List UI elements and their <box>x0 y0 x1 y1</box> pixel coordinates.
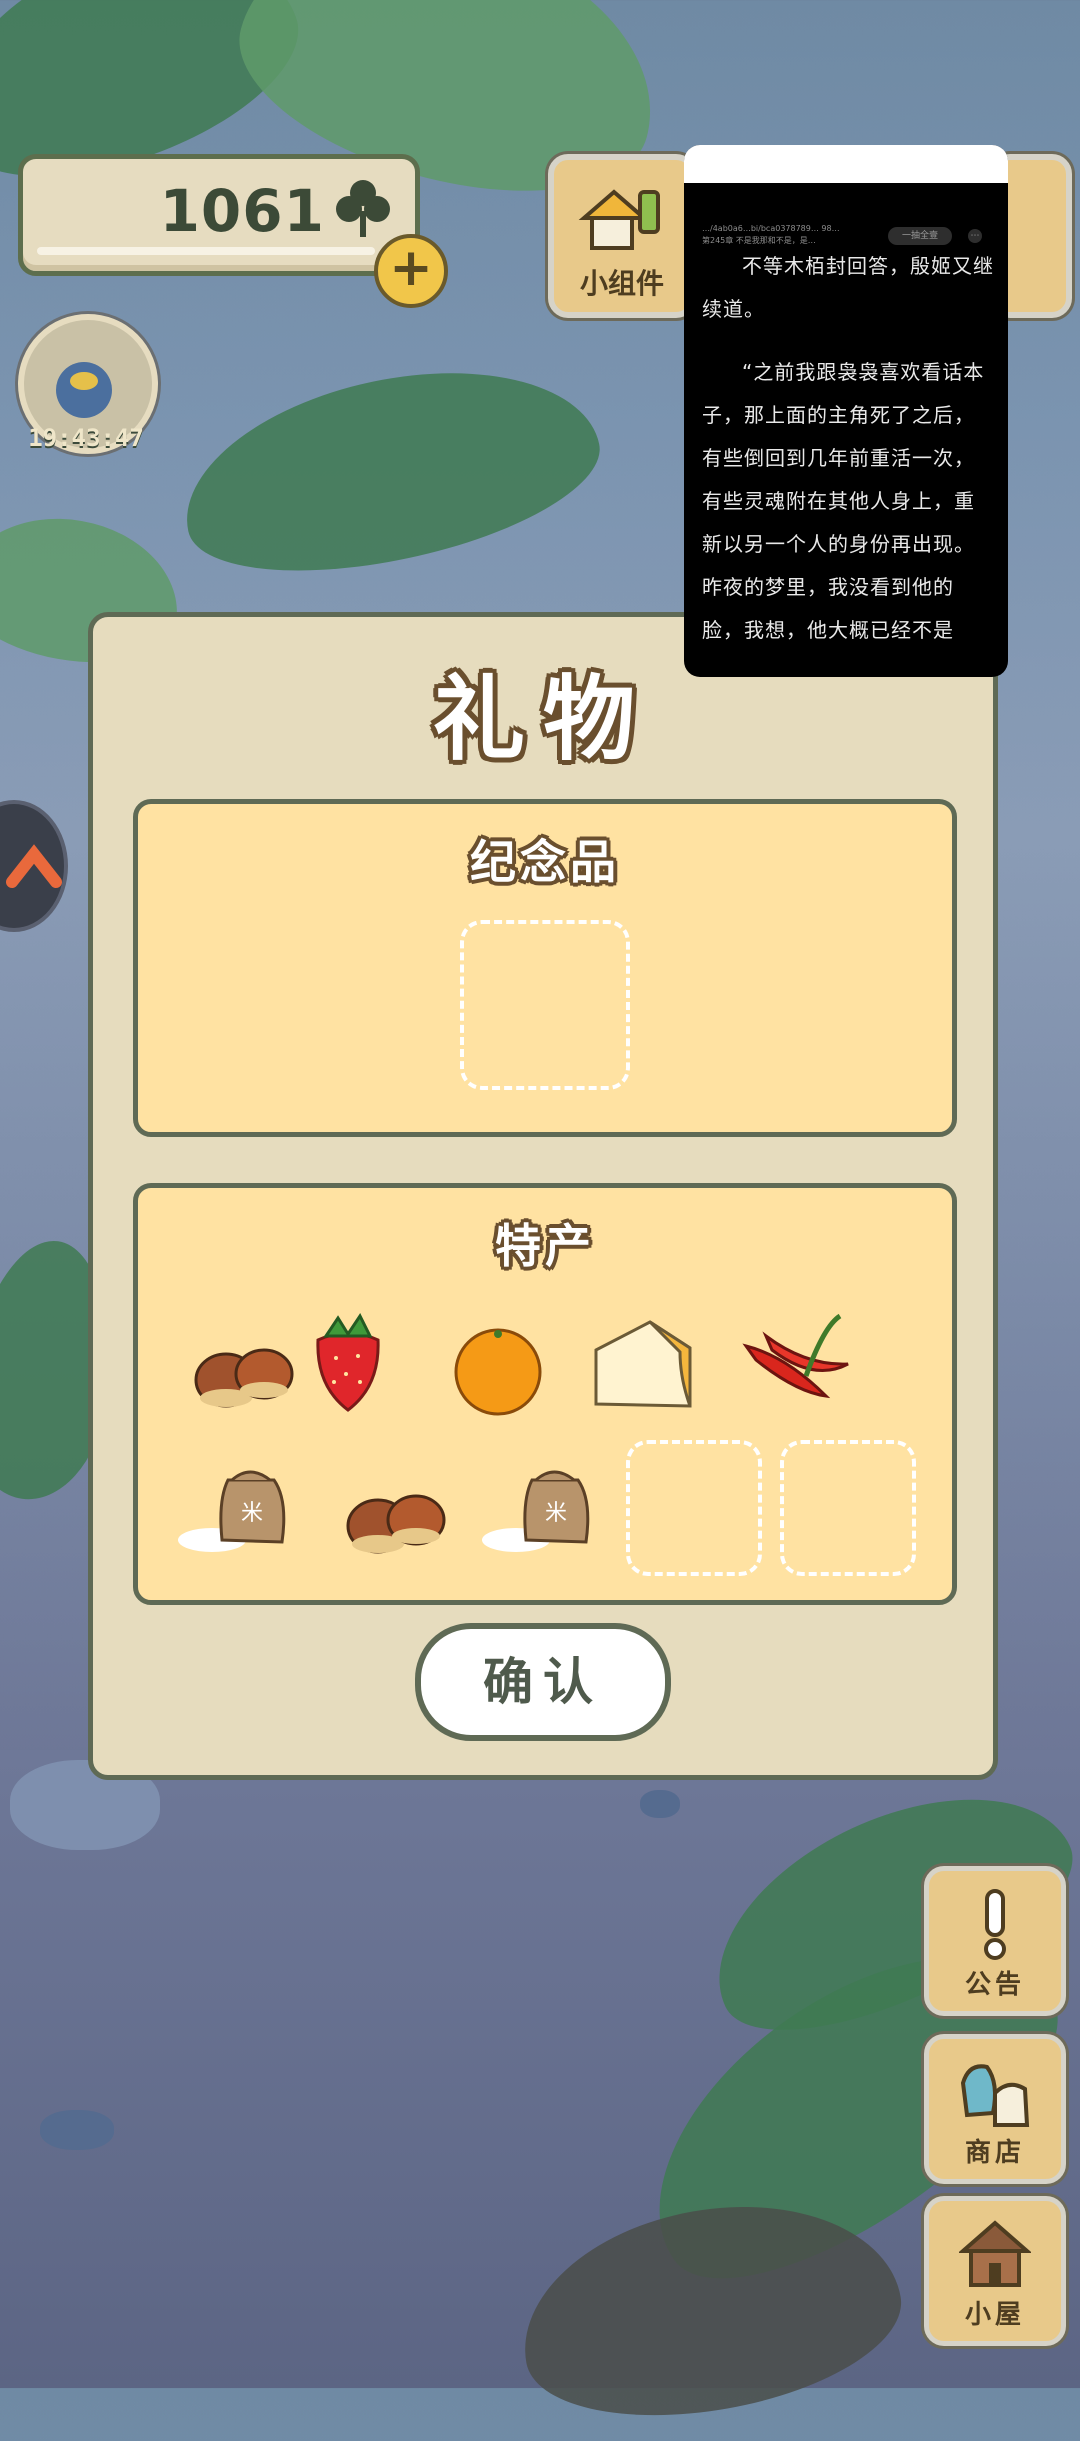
svg-text:米: 米 <box>241 1501 263 1526</box>
back-arrow-icon <box>6 844 62 888</box>
confirm-button[interactable]: 确认 <box>415 1623 671 1741</box>
widget-label: 小组件 <box>579 267 664 300</box>
reader-pill-button[interactable]: 一抽全壹 <box>888 227 952 245</box>
chili-pepper-item[interactable] <box>736 1306 856 1416</box>
souvenir-section: 纪念品 <box>133 799 957 1137</box>
shop-icon <box>960 2064 1030 2127</box>
reader-paragraph: 不等木栢封回答，殷姬又继续道。 <box>702 254 994 321</box>
shop-button[interactable]: 商店 <box>924 2034 1066 2184</box>
specialty-title: 特产 <box>495 1219 595 1273</box>
cheese-item[interactable] <box>584 1308 704 1418</box>
gift-dialog: 礼物 纪念品 特产 米 米 确认 <box>88 612 998 1780</box>
clover-currency-panel: 1061 <box>18 154 420 276</box>
plus-icon: + <box>389 238 433 298</box>
left-edge-arrow-button[interactable] <box>0 800 68 932</box>
house-icon <box>959 2220 1031 2287</box>
widget-icon <box>578 189 660 250</box>
shop-label: 商店 <box>964 2138 1025 2168</box>
reader-url-line: …/4ab0a6…bi/bca0378789… 98… <box>702 224 840 233</box>
souvenir-title: 纪念品 <box>470 835 620 889</box>
rice-bag-item[interactable]: 米 <box>482 1450 602 1560</box>
stone-decoration <box>40 2110 114 2150</box>
clover-count: 1061 <box>159 177 325 245</box>
rice-bag-item[interactable]: 米 <box>178 1450 298 1560</box>
house-button[interactable]: 小屋 <box>924 2196 1066 2346</box>
visitor-timer: 19:43:47 <box>28 424 144 452</box>
reader-title-bar[interactable] <box>684 145 1008 183</box>
reader-more-icon[interactable]: ⋯ <box>968 229 982 243</box>
reader-meta: …/4ab0a6…bi/bca0378789… 98… 第245章 不是我那和不… <box>702 223 892 247</box>
house-label: 小屋 <box>964 2300 1025 2330</box>
strawberry-item[interactable] <box>288 1306 408 1416</box>
reader-paragraph: “之前我跟袅袅喜欢看话本子，那上面的主角死了之后，有些倒回到几年前重活一次，有些… <box>702 360 985 642</box>
clover-icon <box>336 180 390 237</box>
notice-button[interactable]: 公告 <box>924 1866 1066 2016</box>
souvenir-slot-empty[interactable] <box>460 920 630 1090</box>
chestnut-item[interactable] <box>184 1318 304 1428</box>
specialty-slot-empty[interactable] <box>780 1440 916 1576</box>
leaf-decoration <box>165 338 615 602</box>
notice-label: 公告 <box>964 1970 1025 2000</box>
specialty-slot-empty[interactable] <box>626 1440 762 1576</box>
chestnut-item[interactable] <box>336 1464 456 1574</box>
notice-icon <box>984 1889 1006 1960</box>
orange-item[interactable] <box>438 1314 558 1424</box>
widget-button[interactable]: 小组件 <box>548 154 696 318</box>
add-clover-button[interactable]: + <box>374 234 448 308</box>
clover-bar <box>37 247 375 255</box>
reader-text: 不等木栢封回答，殷姬又继续道。 “之前我跟袅袅喜欢看话本子，那上面的主角死了之后… <box>702 245 994 672</box>
stone-decoration <box>640 1790 680 1818</box>
floating-reader-window[interactable]: …/4ab0a6…bi/bca0378789… 98… 第245章 不是我那和不… <box>684 145 1008 677</box>
specialty-section: 特产 米 米 <box>133 1183 957 1605</box>
svg-text:米: 米 <box>545 1501 567 1526</box>
bird-icon <box>56 362 112 418</box>
